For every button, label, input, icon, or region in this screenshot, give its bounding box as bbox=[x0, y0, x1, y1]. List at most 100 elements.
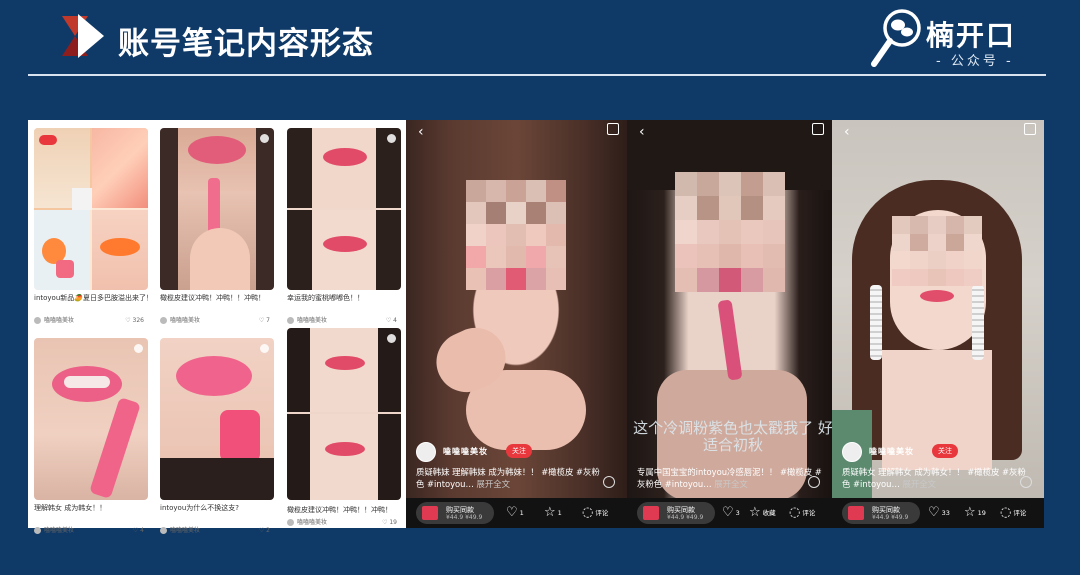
collect-button[interactable]: ☆ 1 bbox=[544, 506, 562, 520]
action-bar: 购买同款 ¥44.9 ¥49.9 ♡ 1 ☆ 1 ◌ 评论 bbox=[406, 498, 627, 528]
note-thumbnail bbox=[160, 128, 274, 290]
comment-icon: ◌ bbox=[582, 505, 594, 520]
avatar bbox=[287, 317, 294, 324]
like-value: 2 bbox=[266, 527, 270, 534]
note-meta: 嗑嗑嗑美妆 ♡ 326 bbox=[34, 316, 148, 326]
note-author: 嗑嗑嗑美妆 bbox=[44, 527, 75, 534]
note-author: 嗑嗑嗑美妆 bbox=[297, 519, 328, 526]
avatar bbox=[34, 527, 41, 534]
note-caption: 橄榄皮建议冲鸭！冲鸭！！冲鸭！ bbox=[160, 294, 265, 302]
more-dot-icon bbox=[134, 344, 143, 353]
note-thumbnail bbox=[34, 128, 148, 290]
star-icon: ☆ bbox=[544, 505, 556, 520]
avatar bbox=[160, 317, 167, 324]
like-count: 3 bbox=[735, 509, 740, 517]
author-name[interactable]: 嗑嗑嗑美妆 bbox=[869, 446, 914, 457]
author-avatar[interactable] bbox=[842, 442, 862, 462]
like-count[interactable]: ♡ 19 bbox=[382, 518, 397, 527]
author-avatar[interactable] bbox=[416, 442, 436, 462]
note-detail-screen: ‹ 嗑嗑嗑美妆 关注 质疑韩妹 理解韩妹 成为韩妹！！ #橄榄皮 #灰粉色 #i… bbox=[406, 120, 627, 528]
heart-icon: ♡ bbox=[928, 505, 940, 520]
share-icon[interactable] bbox=[607, 123, 619, 135]
like-button[interactable]: ♡ 3 bbox=[722, 506, 740, 520]
star-icon: ☆ bbox=[964, 505, 976, 520]
heart-icon: ♡ bbox=[722, 505, 734, 520]
note-caption: 橄榄皮建议冲鸭！冲鸭！！冲鸭！ bbox=[287, 506, 392, 514]
collect-button[interactable]: ☆ 19 bbox=[964, 506, 986, 520]
follow-button[interactable]: 关注 bbox=[932, 444, 958, 458]
avatar bbox=[287, 519, 294, 526]
refresh-icon[interactable] bbox=[808, 476, 820, 488]
note-detail-screen: ‹ 嗑嗑嗑美妆 关注 质疑韩女 理解韩女 成为韩女！！ #橄榄皮 #灰粉色 #i… bbox=[832, 120, 1044, 528]
like-value: 7 bbox=[266, 317, 270, 324]
star-icon: ☆ bbox=[749, 505, 761, 520]
like-count[interactable]: ♡ 2 bbox=[259, 526, 270, 535]
collect-count: 收藏 bbox=[762, 509, 776, 517]
header-divider bbox=[28, 74, 1046, 76]
like-count: 33 bbox=[941, 509, 950, 517]
follow-button[interactable]: 关注 bbox=[506, 444, 532, 458]
share-icon[interactable] bbox=[1024, 123, 1036, 135]
back-arrow-icon[interactable]: ‹ bbox=[844, 124, 850, 140]
like-count[interactable]: ♡ 7 bbox=[259, 316, 270, 325]
comment-label: 评论 bbox=[595, 509, 609, 517]
refresh-icon[interactable] bbox=[603, 476, 615, 488]
comment-label: 评论 bbox=[1013, 509, 1027, 517]
video-subtitle: 这个冷调粉紫色也太戳我了 好适合初秋 bbox=[633, 419, 832, 454]
brand-logo: 楠开口 - 公众号 - bbox=[866, 6, 1036, 72]
refresh-icon[interactable] bbox=[1020, 476, 1032, 488]
like-count: 1 bbox=[519, 509, 524, 517]
product-price: ¥44.9 ¥49.9 bbox=[446, 514, 483, 521]
action-bar: 购买同款 ¥44.9 ¥49.9 ♡ 33 ☆ 19 ◌ 评论 bbox=[832, 498, 1044, 528]
header-flag-icon bbox=[62, 14, 104, 58]
collect-button[interactable]: ☆ 收藏 bbox=[749, 506, 776, 520]
back-arrow-icon[interactable]: ‹ bbox=[639, 124, 645, 140]
author-row: 嗑嗑嗑美妆 关注 bbox=[416, 442, 616, 462]
expand-link[interactable]: 展开全文 bbox=[903, 479, 937, 489]
avatar bbox=[160, 527, 167, 534]
note-description: 专属中国宝宝的intoyou冷感唇泥！！ #橄榄皮 #灰粉色 #intoyou…… bbox=[637, 466, 822, 490]
comment-button[interactable]: ◌ 评论 bbox=[1000, 506, 1026, 520]
face-mosaic bbox=[675, 172, 785, 292]
author-name[interactable]: 嗑嗑嗑美妆 bbox=[443, 446, 488, 457]
note-caption: 理解韩女 成为韩女！！ bbox=[34, 504, 107, 512]
like-button[interactable]: ♡ 33 bbox=[928, 506, 950, 520]
buy-same-button[interactable]: 购买同款 ¥44.9 ¥49.9 bbox=[842, 502, 920, 524]
page-title: 账号笔记内容形态 bbox=[118, 26, 374, 62]
share-icon[interactable] bbox=[812, 123, 824, 135]
like-value: 19 bbox=[389, 519, 397, 526]
action-bar: 购买同款 ¥44.9 ¥49.9 ♡ 3 ☆ 收藏 ◌ 评论 bbox=[627, 498, 832, 528]
back-arrow-icon[interactable]: ‹ bbox=[418, 124, 424, 140]
comment-label: 评论 bbox=[802, 509, 816, 517]
like-count[interactable]: ♡ 4 bbox=[133, 526, 144, 535]
note-thumbnail bbox=[287, 128, 401, 290]
expand-link[interactable]: 展开全文 bbox=[714, 479, 748, 489]
expand-link[interactable]: 展开全文 bbox=[477, 479, 511, 489]
avatar bbox=[34, 317, 41, 324]
note-description: 质疑韩女 理解韩女 成为韩女！！ #橄榄皮 #灰粉色 #intoyou… 展开全… bbox=[842, 466, 1027, 490]
note-caption: intoyou为什么不换这支? bbox=[160, 504, 239, 512]
note-author: 嗑嗑嗑美妆 bbox=[170, 527, 201, 534]
note-thumbnail bbox=[34, 338, 148, 500]
note-grid-panel: intoyou新品🥭夏日多巴胺溢出来了！！ 嗑嗑嗑美妆 ♡ 326 橄榄皮建议冲… bbox=[28, 120, 406, 534]
magnifier-chat-icon bbox=[871, 9, 921, 67]
more-dot-icon bbox=[387, 134, 396, 143]
note-meta: 嗑嗑嗑美妆 ♡ 19 bbox=[287, 518, 401, 528]
brand-subtitle: - 公众号 - bbox=[936, 54, 1014, 69]
comment-button[interactable]: ◌ 评论 bbox=[789, 506, 815, 520]
note-meta: 嗑嗑嗑美妆 ♡ 2 bbox=[160, 526, 274, 536]
face-mosaic bbox=[466, 180, 566, 290]
like-button[interactable]: ♡ 1 bbox=[506, 506, 524, 520]
comment-icon: ◌ bbox=[789, 505, 801, 520]
buy-same-button[interactable]: 购买同款 ¥44.9 ¥49.9 bbox=[416, 502, 494, 524]
like-count[interactable]: ♡ 4 bbox=[386, 316, 397, 325]
comment-button[interactable]: ◌ 评论 bbox=[582, 506, 608, 520]
note-meta: 嗑嗑嗑美妆 ♡ 7 bbox=[160, 316, 274, 326]
note-caption: intoyou新品🥭夏日多巴胺溢出来了！！ bbox=[34, 294, 148, 302]
heart-icon: ♡ bbox=[506, 505, 518, 520]
new-badge bbox=[39, 135, 57, 145]
like-count[interactable]: ♡ 326 bbox=[125, 316, 144, 325]
note-detail-screen: ‹ 这个冷调粉紫色也太戳我了 好适合初秋 专属中国宝宝的intoyou冷感唇泥！… bbox=[627, 120, 832, 528]
note-author: 嗑嗑嗑美妆 bbox=[297, 317, 328, 324]
buy-same-button[interactable]: 购买同款 ¥44.9 ¥49.9 bbox=[637, 502, 715, 524]
